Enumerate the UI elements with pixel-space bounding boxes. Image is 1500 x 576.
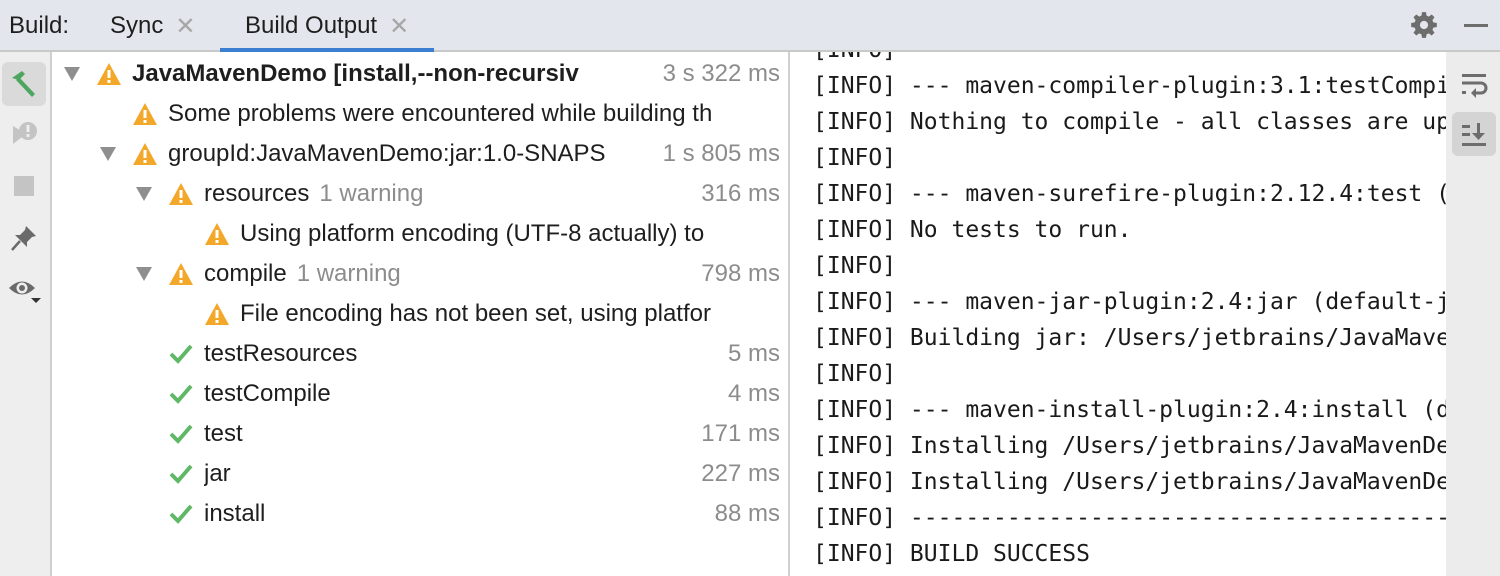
rerun-warning-icon [13, 122, 37, 144]
tree-row[interactable]: testCompile 4 ms [54, 374, 788, 414]
tree-row[interactable]: resources 1 warning 316 ms [54, 174, 788, 214]
tree-row-label: testResources [204, 340, 358, 367]
console-line: [INFO] [813, 145, 897, 171]
warning-count: 1 warning [296, 260, 401, 287]
soft-wrap-button[interactable] [1452, 62, 1496, 106]
tab-build-output-label: Build Output [245, 12, 378, 39]
expand-arrow-icon[interactable] [134, 174, 154, 214]
view-options-button[interactable] [2, 268, 46, 312]
minimize-button[interactable] [1461, 10, 1491, 40]
tree-row[interactable]: testResources 5 ms [54, 334, 788, 374]
duration: 171 ms [701, 420, 780, 447]
console-line: [INFO] No tests to run. [813, 217, 1132, 243]
hammer-icon [12, 71, 35, 97]
tree-row-label: JavaMavenDemo [install,--non-recursiv [132, 60, 579, 87]
tree-row[interactable]: compile 1 warning 798 ms [54, 254, 788, 294]
console-line: [INFO] Building jar: /Users/jetbrains/Ja… [813, 325, 1446, 351]
duration: 3 s 322 ms [662, 60, 780, 87]
duration: 316 ms [701, 180, 780, 207]
warning-icon [203, 214, 231, 254]
scroll-to-end-icon [1462, 123, 1486, 146]
console-line: [INFO] Installing /Users/jetbrains/JavaM… [813, 433, 1446, 459]
pin-button[interactable] [2, 216, 46, 260]
tree-row-label: File encoding has not been set, using pl… [240, 300, 711, 327]
build-button[interactable] [2, 62, 46, 106]
build-tree[interactable]: JavaMavenDemo [install,--non-recursiv 3 s… [54, 52, 788, 576]
tree-row[interactable]: install 88 ms [54, 494, 788, 534]
pin-icon [11, 226, 36, 251]
console-line: [INFO] [813, 253, 897, 279]
tool-window-header: Build: Sync ✕ Build Output ✕ [0, 0, 1500, 54]
duration: 798 ms [701, 260, 780, 287]
tab-sync-label: Sync [110, 12, 164, 39]
console-line: [INFO] Nothing to compile - all classes … [813, 109, 1446, 135]
stop-button[interactable] [2, 164, 46, 208]
rerun-warnings-button[interactable] [2, 112, 46, 156]
duration: 5 ms [727, 340, 780, 367]
tree-row[interactable]: File encoding has not been set, using pl… [54, 294, 788, 334]
duration: 227 ms [701, 460, 780, 487]
success-check-icon [167, 334, 195, 374]
tree-row[interactable]: jar 227 ms [54, 454, 788, 494]
expand-arrow-icon[interactable] [62, 54, 82, 94]
console-line: [INFO] [813, 52, 896, 68]
success-check-icon [167, 414, 195, 454]
tree-row-label: resources [204, 180, 310, 207]
minimize-icon [1464, 23, 1488, 27]
close-icon[interactable]: ✕ [175, 12, 195, 41]
left-toolbar [0, 52, 52, 576]
right-toolbar [1446, 52, 1500, 576]
tool-window-title: Build: [9, 12, 70, 39]
console-line: [INFO] --- maven-surefire-plugin:2.12.4:… [813, 181, 1446, 207]
tree-row[interactable]: Using platform encoding (UTF-8 actually)… [54, 214, 788, 254]
console-line: [INFO] --- maven-compiler-plugin:3.1:tes… [813, 73, 1446, 99]
expand-arrow-icon[interactable] [98, 134, 118, 174]
stop-icon [14, 176, 34, 196]
warning-icon [167, 174, 195, 214]
console-output[interactable]: [INFO] [INFO] --- maven-compiler-plugin:3… [790, 52, 1446, 576]
tree-row-label: Using platform encoding (UTF-8 actually)… [240, 220, 705, 247]
warning-icon [131, 134, 159, 174]
warning-count: 1 warning [319, 180, 424, 207]
tree-row[interactable]: groupId:JavaMavenDemo:jar:1.0-SNAPS 1 s 8… [54, 134, 788, 174]
soft-wrap-icon [1462, 74, 1488, 98]
tree-row[interactable]: JavaMavenDemo [install,--non-recursiv 3 s… [54, 54, 788, 94]
tree-row-label: install [204, 500, 266, 527]
scroll-to-end-button[interactable] [1452, 112, 1496, 156]
tree-row[interactable]: Some problems were encountered while bui… [54, 94, 788, 134]
tree-row-label: groupId:JavaMavenDemo:jar:1.0-SNAPS [168, 140, 606, 167]
duration: 88 ms [714, 500, 780, 527]
close-icon[interactable]: ✕ [389, 12, 409, 41]
tab-build-output[interactable]: Build Output ✕ [220, 0, 434, 54]
gear-icon [1411, 12, 1437, 38]
warning-icon [203, 294, 231, 334]
tree-row-label: Some problems were encountered while bui… [168, 100, 713, 127]
tree-row[interactable]: test 171 ms [54, 414, 788, 454]
success-check-icon [167, 454, 195, 494]
success-check-icon [167, 494, 195, 534]
settings-button[interactable] [1409, 10, 1439, 40]
console-line: [INFO] [813, 361, 897, 387]
console-line: [INFO] --- maven-install-plugin:2.4:inst… [813, 397, 1446, 423]
tree-row-label: jar [204, 460, 231, 487]
expand-arrow-icon[interactable] [134, 254, 154, 294]
console-line: [INFO] Installing /Users/jetbrains/JavaM… [813, 469, 1446, 495]
warning-icon [131, 94, 159, 134]
warning-icon [167, 254, 195, 294]
warning-icon [95, 54, 123, 94]
duration: 4 ms [727, 380, 780, 407]
console-line: [INFO] BUILD SUCCESS [813, 541, 1090, 567]
tab-sync[interactable]: Sync ✕ [110, 0, 195, 52]
tree-row-label: testCompile [204, 380, 331, 407]
success-check-icon [167, 374, 195, 414]
console-line: [INFO] ---------------------------------… [813, 505, 1446, 531]
tree-row-label: test [204, 420, 243, 447]
console-line: [INFO] --- maven-jar-plugin:2.4:jar (def… [813, 289, 1446, 315]
tree-row-label: compile [204, 260, 287, 287]
eye-icon [9, 281, 41, 303]
duration: 1 s 805 ms [662, 140, 780, 167]
